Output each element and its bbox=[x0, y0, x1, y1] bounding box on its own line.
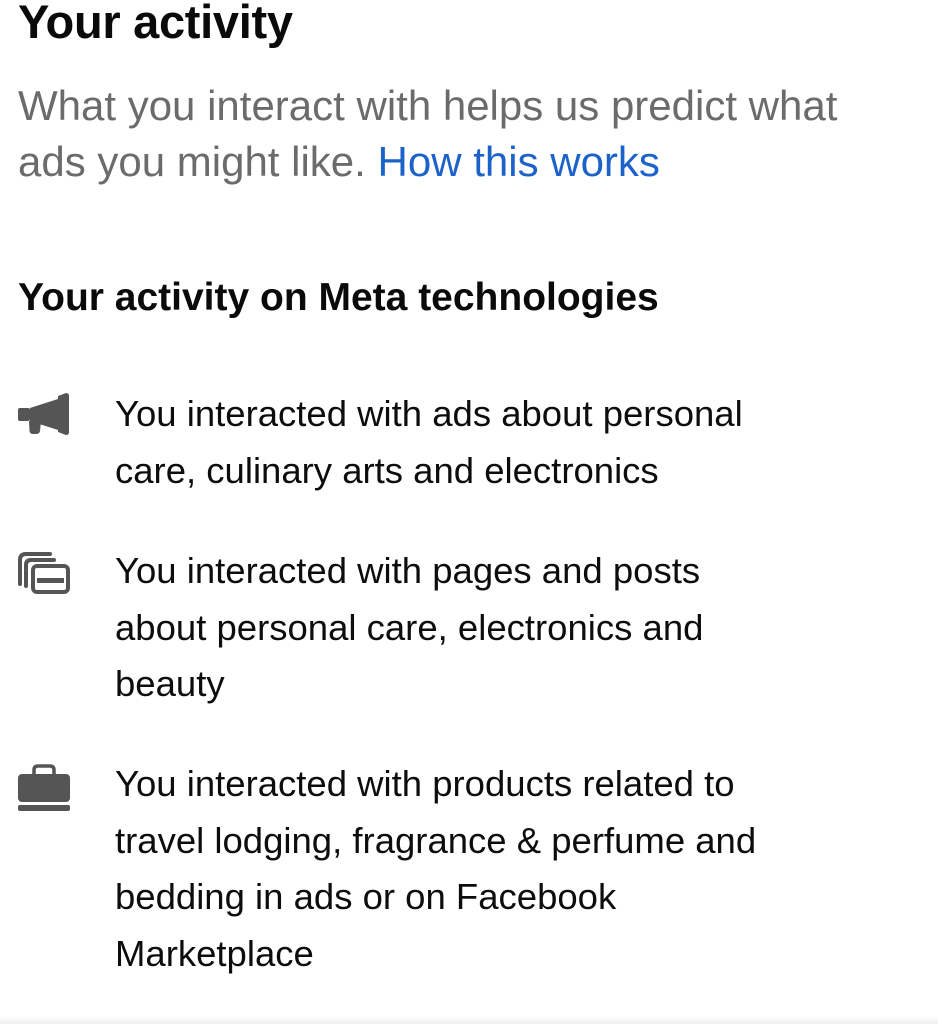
how-this-works-link[interactable]: How this works bbox=[378, 138, 660, 185]
bottom-edge bbox=[0, 1016, 938, 1024]
activity-text-line: beauty bbox=[115, 663, 225, 704]
pages-stack-icon bbox=[16, 548, 72, 596]
activity-text-line: Marketplace bbox=[115, 932, 314, 974]
activity-text-line: You interacted with pages and posts bbox=[115, 550, 701, 591]
activity-text-line: care, culinary arts and electronics bbox=[115, 449, 659, 491]
activity-text: You interacted with pages and posts abou… bbox=[115, 543, 703, 713]
activity-text: You interacted with ads about personal c… bbox=[115, 386, 743, 499]
section-title: Your activity on Meta technologies bbox=[18, 276, 659, 319]
page-title: Your activity bbox=[18, 0, 293, 48]
description-line: What you interact with helps us predict … bbox=[18, 82, 838, 129]
activity-text-line: about personal care, electronics and bbox=[115, 606, 704, 648]
page-description: What you interact with helps us predict … bbox=[18, 78, 938, 190]
megaphone-icon bbox=[16, 390, 72, 438]
activity-text-line: You interacted with ads about personal bbox=[115, 393, 743, 434]
activity-text-line: travel lodging, fragrance & perfume and bbox=[115, 819, 757, 861]
activity-text: You interacted with products related to … bbox=[115, 756, 756, 982]
shopping-bag-icon bbox=[16, 764, 72, 812]
description-text: ads you might like. bbox=[18, 138, 378, 185]
activity-text-line: bedding in ads or on Facebook bbox=[115, 876, 617, 917]
activity-text-line: You interacted with products related to bbox=[115, 763, 735, 804]
description-line: ads you might like. How this works bbox=[18, 134, 938, 190]
